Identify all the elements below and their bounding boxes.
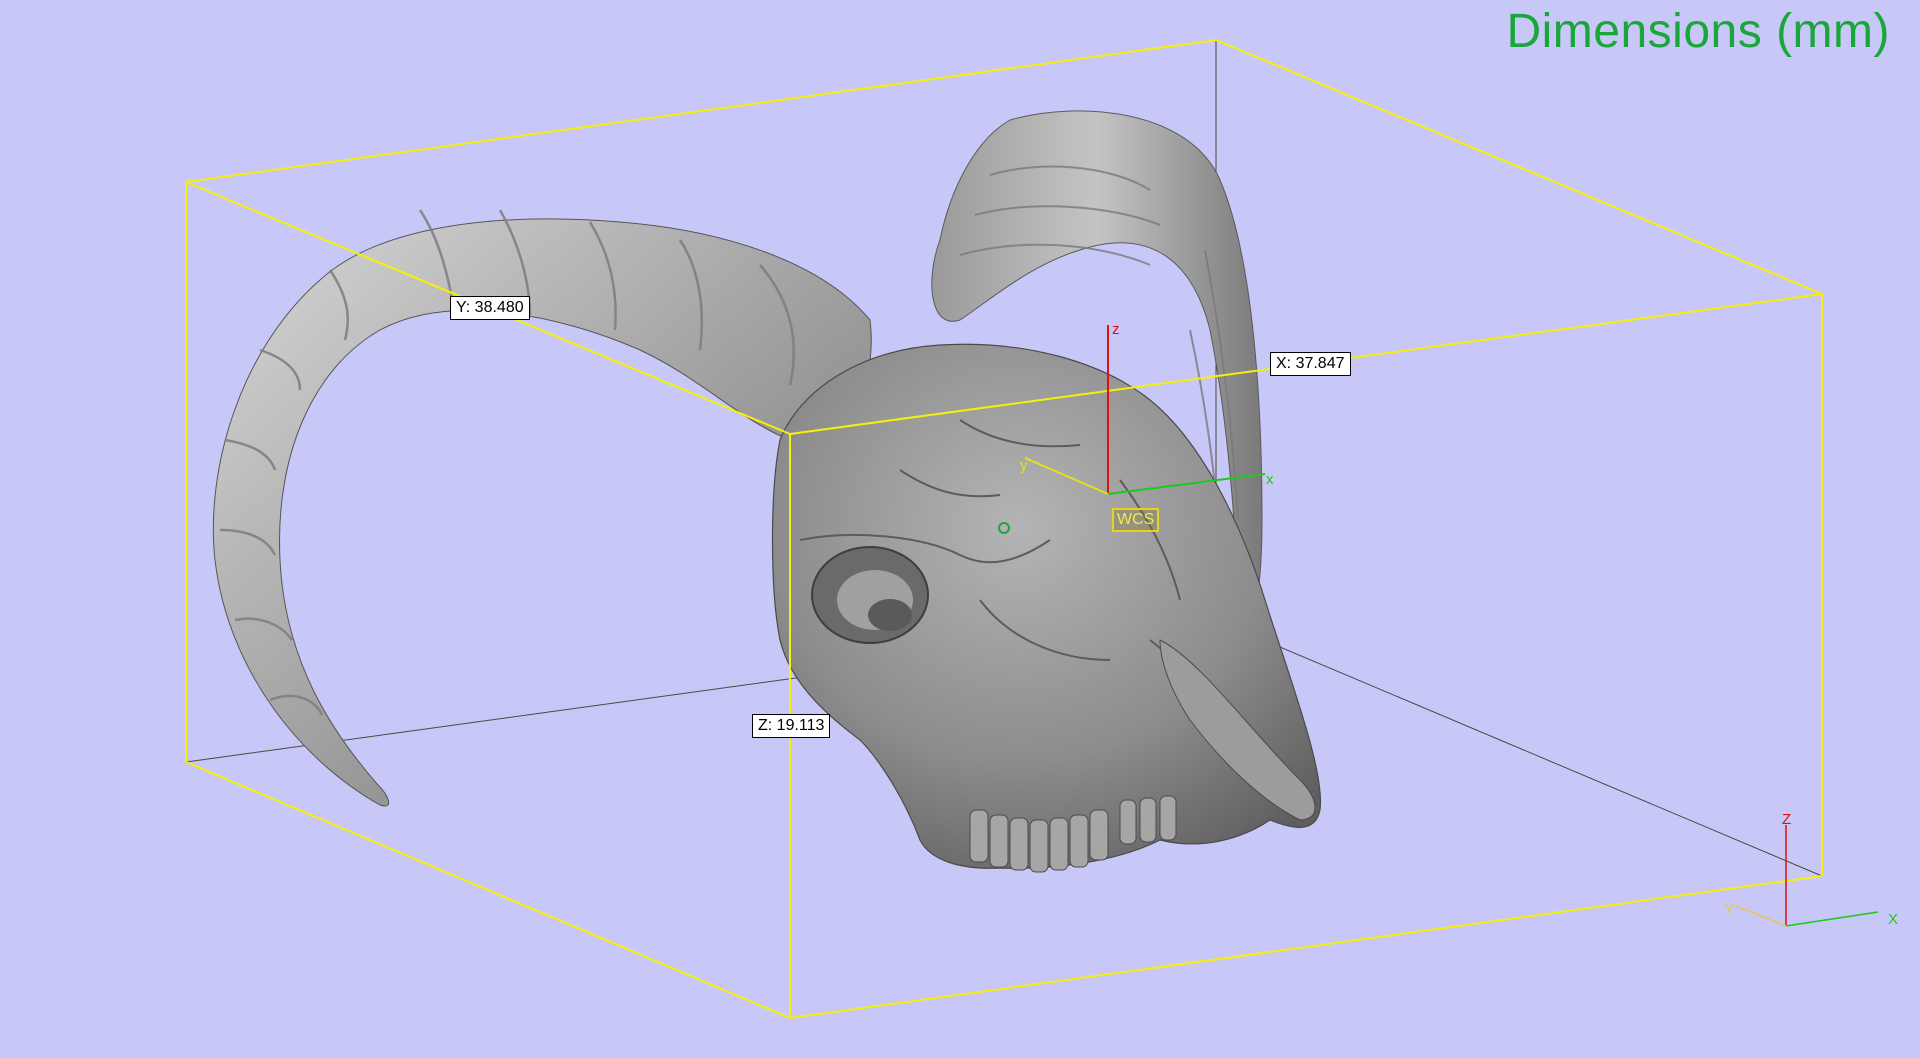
ram-skull-mesh-icon[interactable] bbox=[212, 110, 1322, 873]
dimension-x-label: X: 37.847 bbox=[1270, 352, 1351, 376]
dimension-y-label: Y: 38.480 bbox=[450, 296, 530, 320]
triad-axis-z-letter: Z bbox=[1782, 811, 1792, 828]
triad-axis-y-letter: Y bbox=[1724, 901, 1735, 918]
triad-axis-x-letter: X bbox=[1888, 911, 1899, 928]
dimensions-title: Dimensions (mm) bbox=[1506, 5, 1890, 58]
3d-viewport[interactable]: Dimensions (mm) Y: 38.480 X: 37.847 Z: 1… bbox=[0, 0, 1920, 1058]
dimension-z-label: Z: 19.113 bbox=[752, 714, 831, 738]
wcs-axis-x-letter: x bbox=[1266, 471, 1274, 488]
wcs-axis-z-letter: z bbox=[1112, 321, 1120, 338]
wcs-axis-y-letter: y bbox=[1020, 457, 1028, 474]
scene-canvas[interactable] bbox=[0, 0, 1920, 1058]
orientation-triad bbox=[1735, 825, 1879, 927]
wcs-label[interactable]: WCS bbox=[1112, 508, 1160, 532]
